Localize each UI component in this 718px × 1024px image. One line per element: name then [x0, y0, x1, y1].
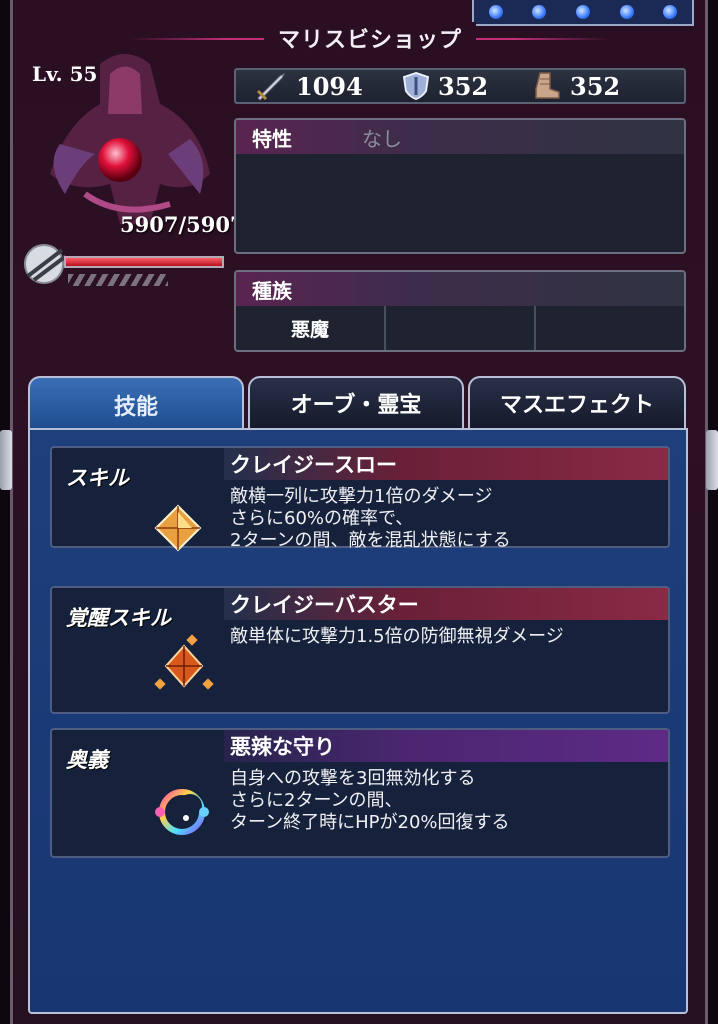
defense-value: 352	[438, 71, 489, 101]
skill-desc-line: 敵単体に攻撃力1.5倍の防御無視ダメージ	[230, 626, 564, 647]
tab-mass-effect[interactable]: マスエフェクト	[468, 376, 686, 428]
skill-name: 悪辣な守り	[224, 730, 668, 762]
skills-content: スキル クレイジースロー 敵横一列に攻撃力1倍のダメージ さらに60%の確率で、…	[28, 428, 688, 1014]
skill-desc-line: 自身への攻撃を3回無効化する	[230, 768, 476, 789]
left-page-handle[interactable]	[0, 430, 12, 490]
gem-icon	[575, 5, 590, 19]
skill-desc-line: 2ターンの間、敵を混乱状態にする	[230, 530, 511, 551]
awakened-skill-card[interactable]: 覚醒スキル クレイジーバスター 敵単体に攻撃力1.5倍の防御無視ダメージ	[50, 586, 670, 714]
gauge-bar	[64, 256, 224, 268]
attack-value: 1094	[296, 71, 363, 101]
trait-value: なし	[362, 126, 402, 151]
race-label: 種族	[252, 278, 292, 303]
trait-header: 特性 なし	[236, 120, 684, 154]
skill-description: 敵横一列に攻撃力1倍のダメージ さらに60%の確率で、 2ターンの間、敵を混乱状…	[230, 486, 511, 552]
gem-icon	[663, 5, 678, 19]
skill-desc-line: さらに60%の確率で、	[230, 508, 414, 529]
amber-crystal-icon	[154, 504, 202, 552]
tab-skills[interactable]: 技能	[28, 376, 244, 432]
skill-type-label: 奥義	[66, 748, 108, 772]
trait-panel: 特性 なし	[234, 118, 686, 254]
sword-icon	[256, 72, 286, 101]
skill-desc-line: 敵横一列に攻撃力1倍のダメージ	[230, 486, 493, 507]
right-page-handle[interactable]	[706, 430, 718, 490]
race-cell: 悪魔	[236, 306, 386, 350]
race-cell	[536, 306, 684, 350]
unit-name: マリスビショップ	[263, 22, 476, 54]
speed-stat: 352	[532, 71, 620, 101]
skill-desc-line: ターン終了時にHPが20%回復する	[230, 812, 510, 833]
gauge-stripes	[68, 274, 168, 286]
gem-icon	[488, 5, 503, 19]
skill-desc-line: さらに2ターンの間、	[230, 790, 403, 811]
boot-icon	[535, 72, 560, 99]
unit-hp: 5907/5907	[120, 212, 245, 237]
gauge-fill	[66, 258, 222, 266]
defense-stat: 352	[402, 71, 532, 101]
trait-label: 特性	[252, 126, 292, 151]
unit-level: Lv. 55	[32, 62, 98, 86]
stats-bar: 1094 352 352	[234, 68, 686, 104]
skill-description: 自身への攻撃を3回無効化する さらに2ターンの間、 ターン終了時にHPが20%回…	[230, 768, 510, 834]
shield-icon	[402, 71, 430, 101]
skill-card[interactable]: スキル クレイジースロー 敵横一列に攻撃力1倍のダメージ さらに60%の確率で、…	[50, 446, 670, 552]
amber-crystal-burst-icon	[154, 634, 214, 690]
race-cell	[386, 306, 536, 350]
speed-value: 352	[570, 71, 621, 101]
skill-name: クレイジースロー	[224, 448, 668, 480]
tab-orb-treasure[interactable]: オーブ・霊宝	[248, 376, 464, 428]
race-cells: 悪魔	[236, 306, 684, 350]
skill-description: 敵単体に攻撃力1.5倍の防御無視ダメージ	[230, 626, 564, 648]
skill-name: クレイジーバスター	[224, 588, 668, 620]
race-header: 種族	[236, 272, 684, 306]
gem-icon	[619, 5, 634, 19]
skill-type-label: スキル	[66, 466, 129, 490]
ultimate-skill-card[interactable]: 奥義 悪辣な守り 自身への攻撃を3回無効化する さらに2ターンの間、 ターン終了…	[50, 728, 670, 858]
detail-tabs: オーブ・霊宝 マスエフェクト 技能	[28, 376, 688, 432]
rainbow-orb-icon	[155, 789, 209, 835]
race-panel: 種族 悪魔	[234, 270, 686, 352]
skill-type-label: 覚醒スキル	[66, 606, 171, 630]
attack-stat: 1094	[254, 71, 402, 101]
gem-icon	[532, 5, 547, 19]
